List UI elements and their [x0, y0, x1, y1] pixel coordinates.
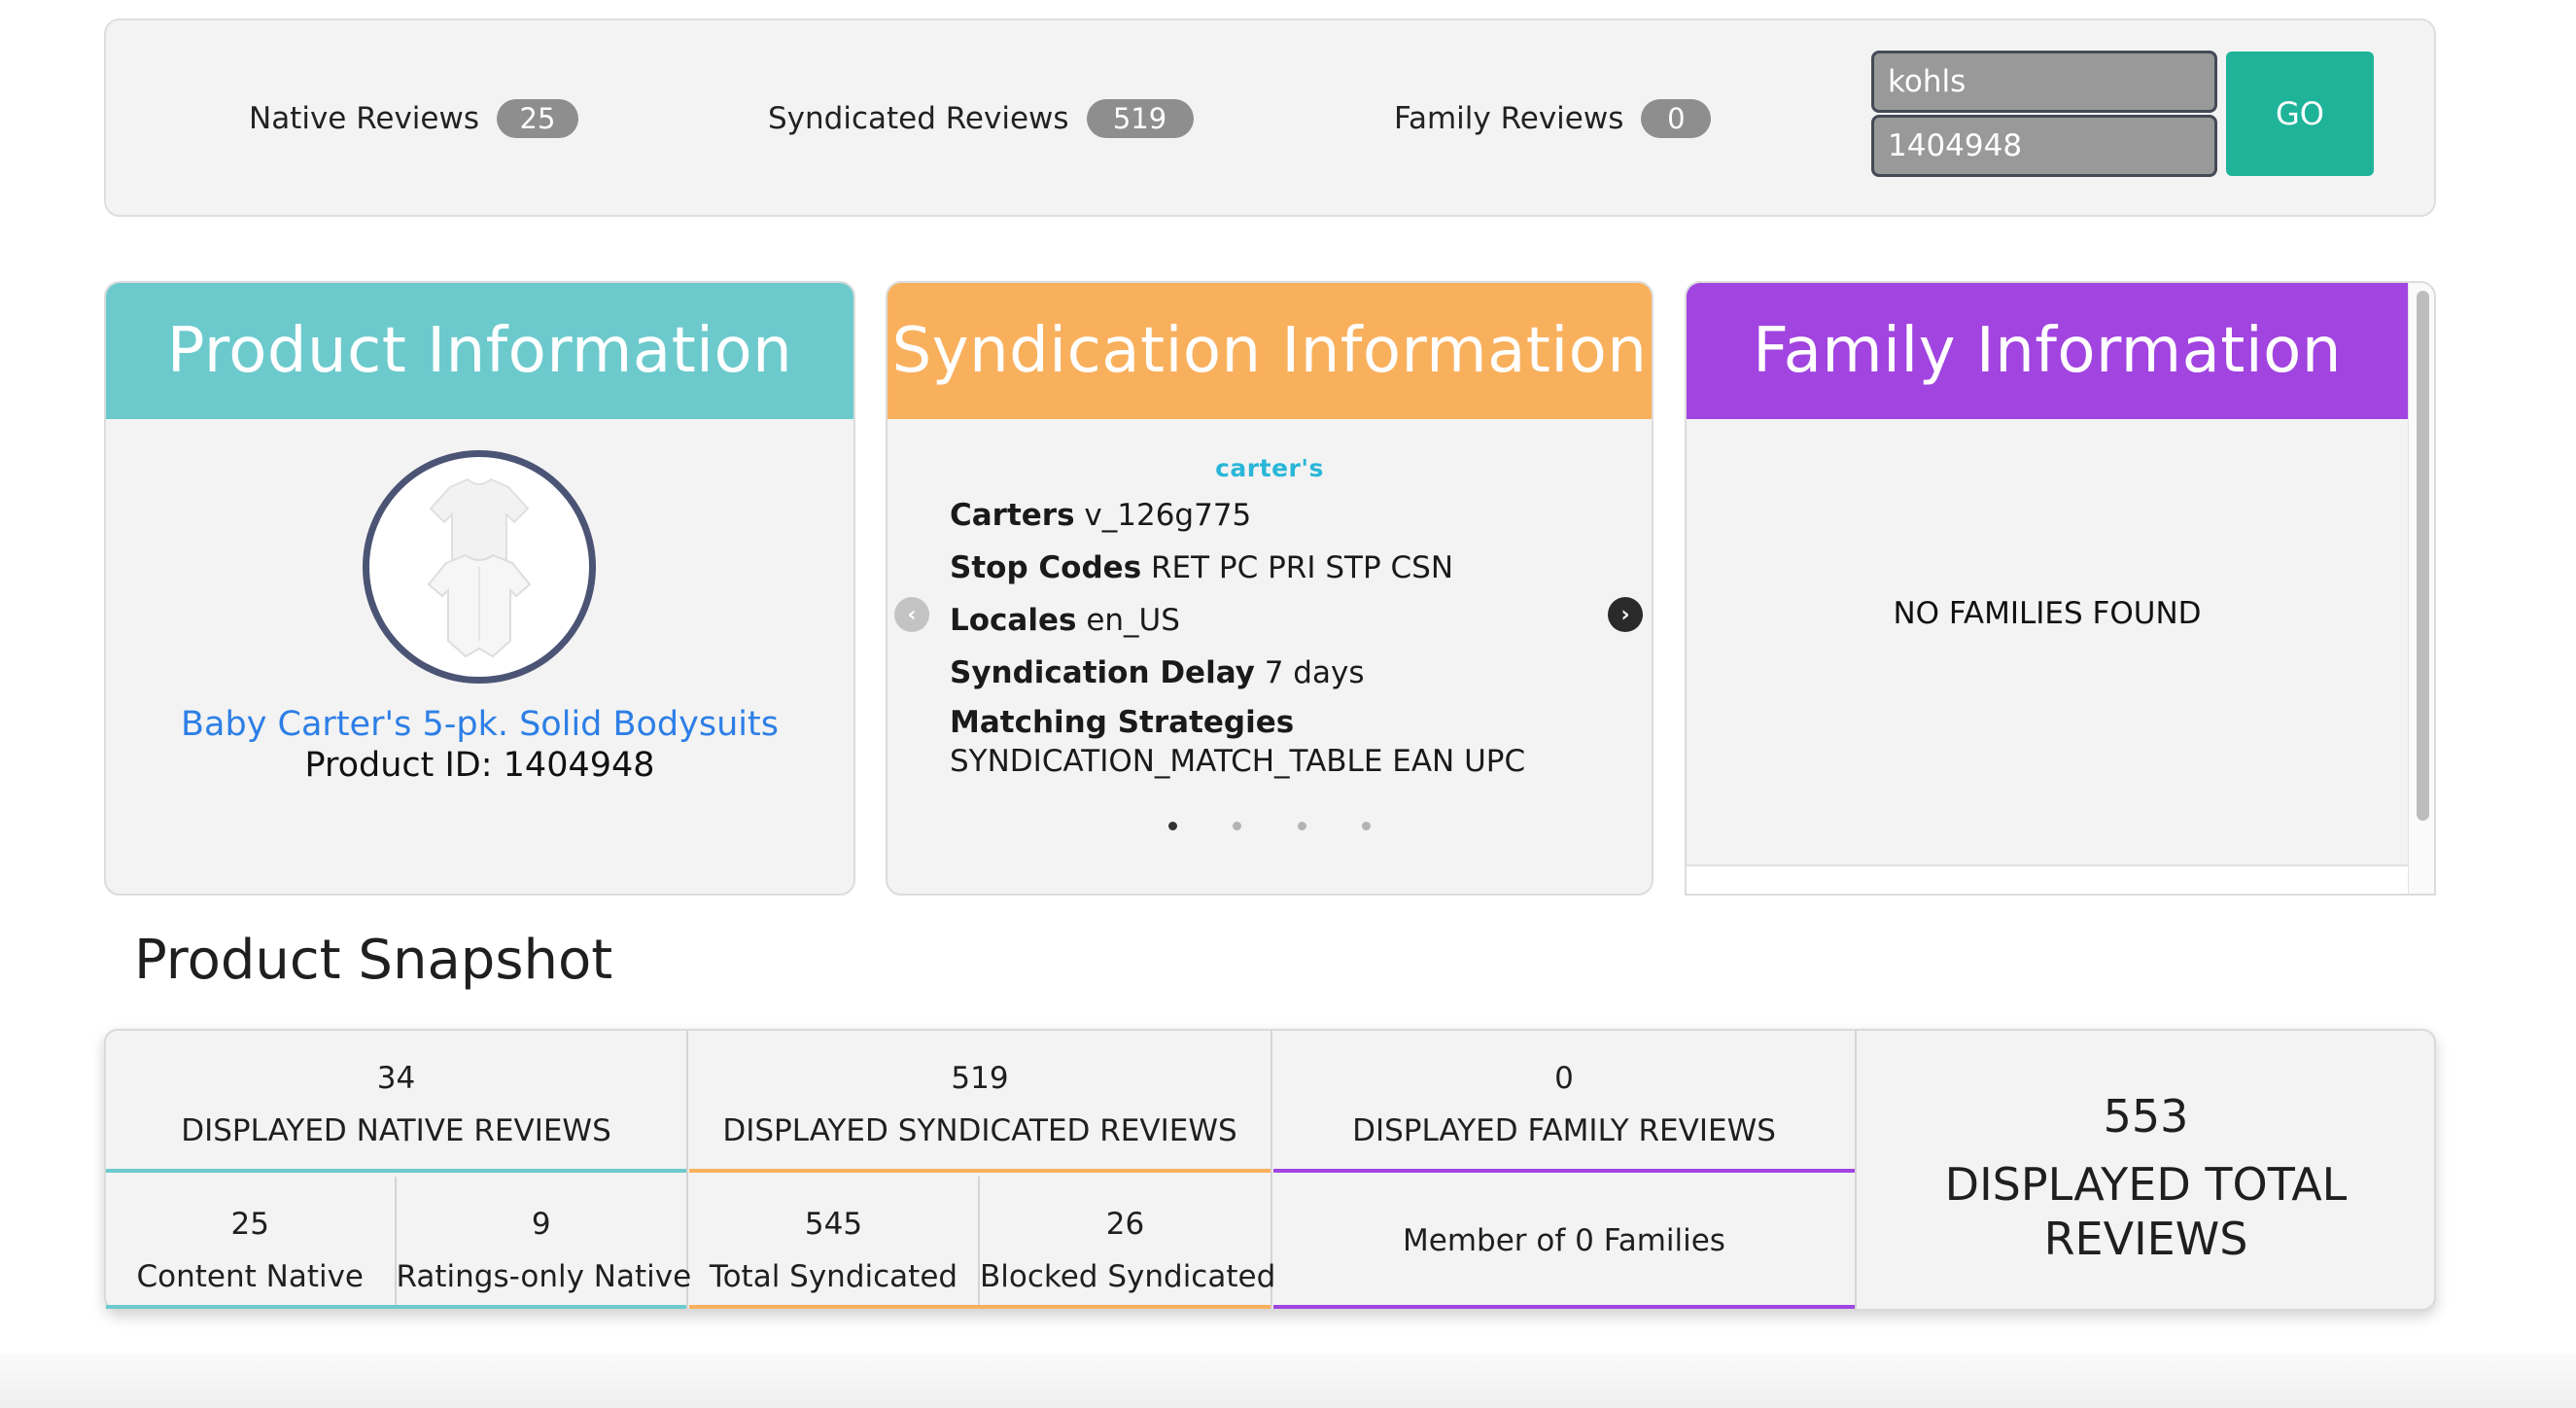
matching-strategies-value: SYNDICATION_MATCH_TABLE EAN UPC [950, 744, 1526, 779]
family-information-card: Family Information NO FAMILIES FOUND [1685, 281, 2436, 896]
blocked-syndicated-stat: 26 Blocked Syndicated [980, 1177, 1276, 1305]
displayed-syndicated-reviews: 519 DISPLAYED SYNDICATED REVIEWS [689, 1031, 1271, 1173]
syndication-details: Carters v_126g775 Stop Codes RET PC PRI … [950, 489, 1572, 781]
client-input[interactable] [1871, 51, 2217, 113]
syndication-information-header: Syndication Information [888, 283, 1652, 419]
family-reviews-label: Family Reviews [1394, 101, 1624, 136]
carters-logo: carter's [1215, 454, 1324, 482]
displayed-native-reviews: 34 DISPLAYED NATIVE REVIEWS [106, 1031, 686, 1173]
displayed-total-label: DISPLAYED TOTAL REVIEWS [1944, 1158, 2348, 1265]
product-id-input[interactable] [1871, 115, 2217, 177]
carousel-dot-1[interactable] [1168, 822, 1178, 830]
syndication-delay-value: 7 days [1264, 655, 1365, 690]
ratings-only-native-stat: 9 Ratings-only Native [396, 1177, 692, 1305]
family-information-header: Family Information [1687, 283, 2408, 419]
total-syndicated-value: 545 [804, 1207, 863, 1242]
total-syndicated-stat: 545 Total Syndicated [689, 1177, 980, 1305]
carousel-dots [888, 816, 1652, 834]
syndicated-reviews-label: Syndicated Reviews [768, 101, 1069, 136]
family-reviews-count: Family Reviews 0 [1394, 96, 1712, 141]
matching-strategies-label: Matching Strategies [950, 705, 1295, 740]
native-breakdown: 25 Content Native 9 Ratings-only Native [106, 1177, 692, 1309]
family-reviews-column: 0 DISPLAYED FAMILY REVIEWS Member of 0 F… [1273, 1031, 1857, 1309]
ratings-only-native-value: 9 [531, 1207, 551, 1242]
product-snapshot-panel: 34 DISPLAYED NATIVE REVIEWS 25 Content N… [104, 1029, 2436, 1311]
product-image [363, 450, 596, 684]
syndicated-reviews-column: 519 DISPLAYED SYNDICATED REVIEWS 545 Tot… [689, 1031, 1276, 1309]
content-native-stat: 25 Content Native [106, 1177, 397, 1305]
carousel-dot-3[interactable] [1297, 822, 1306, 830]
family-membership-text: Member of 0 Families [1403, 1223, 1725, 1258]
syndication-source-row: Carters v_126g775 [950, 489, 1572, 542]
displayed-total-reviews: 553 DISPLAYED TOTAL REVIEWS [1858, 1089, 2434, 1266]
review-count-bar: Native Reviews 25 Syndicated Reviews 519… [104, 18, 2436, 217]
family-breakdown: Member of 0 Families [1273, 1177, 1855, 1309]
locales-row: Locales en_US [950, 594, 1572, 647]
go-button[interactable]: GO [2226, 52, 2374, 176]
bodysuit-image-icon [382, 470, 576, 664]
blocked-syndicated-value: 26 [1105, 1207, 1145, 1242]
content-native-label: Content Native [136, 1259, 364, 1294]
syndicated-breakdown: 545 Total Syndicated 26 Blocked Syndicat… [689, 1177, 1276, 1309]
family-card-footer [1687, 864, 2408, 894]
locales-label: Locales [950, 603, 1077, 638]
native-reviews-count: Native Reviews 25 [249, 96, 578, 141]
stop-codes-row: Stop Codes RET PC PRI STP CSN [950, 542, 1572, 594]
displayed-family-value: 0 [1554, 1061, 1574, 1096]
displayed-family-reviews: 0 DISPLAYED FAMILY REVIEWS [1273, 1031, 1855, 1173]
matching-strategies-row: Matching Strategies SYNDICATION_MATCH_TA… [950, 703, 1572, 781]
syndication-information-card: Syndication Information carter's Carters… [886, 281, 1654, 896]
family-scrollbar-thumb[interactable] [2417, 291, 2429, 821]
syndicated-reviews-count: Syndicated Reviews 519 [768, 96, 1194, 141]
product-id-text: Product ID: 1404948 [304, 746, 655, 785]
native-reviews-label: Native Reviews [249, 101, 479, 136]
displayed-native-label: DISPLAYED NATIVE REVIEWS [181, 1113, 611, 1148]
native-reviews-badge: 25 [496, 99, 578, 138]
displayed-family-label: DISPLAYED FAMILY REVIEWS [1352, 1113, 1776, 1148]
displayed-syndicated-label: DISPLAYED SYNDICATED REVIEWS [722, 1113, 1237, 1148]
family-list-area [1687, 419, 2408, 855]
total-reviews-column: 553 DISPLAYED TOTAL REVIEWS [1858, 1031, 2434, 1309]
native-reviews-column: 34 DISPLAYED NATIVE REVIEWS 25 Content N… [106, 1031, 692, 1309]
locales-value: en_US [1086, 603, 1180, 638]
stop-codes-value: RET PC PRI STP CSN [1151, 550, 1454, 585]
blocked-syndicated-label: Blocked Syndicated [980, 1259, 1276, 1294]
total-syndicated-label: Total Syndicated [709, 1259, 958, 1294]
carousel-dot-4[interactable] [1361, 822, 1371, 830]
carousel-prev-arrow-icon[interactable]: ‹ [894, 597, 929, 632]
displayed-syndicated-value: 519 [951, 1061, 1009, 1096]
family-reviews-badge: 0 [1641, 99, 1712, 138]
carousel-next-arrow-icon[interactable]: › [1608, 597, 1643, 632]
syndication-delay-label: Syndication Delay [950, 655, 1255, 690]
product-information-header: Product Information [106, 283, 853, 419]
product-snapshot-title: Product Snapshot [134, 929, 613, 992]
family-scrollbar[interactable] [2408, 283, 2434, 894]
content-native-value: 25 [230, 1207, 269, 1242]
displayed-total-value: 553 [2103, 1090, 2189, 1143]
stop-codes-label: Stop Codes [950, 550, 1142, 585]
source-label: Carters [950, 498, 1075, 533]
syndicated-reviews-badge: 519 [1086, 99, 1194, 138]
no-families-message: NO FAMILIES FOUND [1893, 596, 2202, 631]
syndication-delay-row: Syndication Delay 7 days [950, 647, 1572, 699]
ratings-only-native-label: Ratings-only Native [396, 1259, 692, 1294]
product-information-card: Product Information Baby Carter's 5-pk. … [104, 281, 855, 896]
source-value: v_126g775 [1084, 498, 1252, 533]
carousel-dot-2[interactable] [1233, 822, 1242, 830]
page-bottom-shadow [0, 1354, 2576, 1408]
product-name-link[interactable]: Baby Carter's 5-pk. Solid Bodysuits [106, 705, 853, 744]
displayed-native-value: 34 [376, 1061, 416, 1096]
